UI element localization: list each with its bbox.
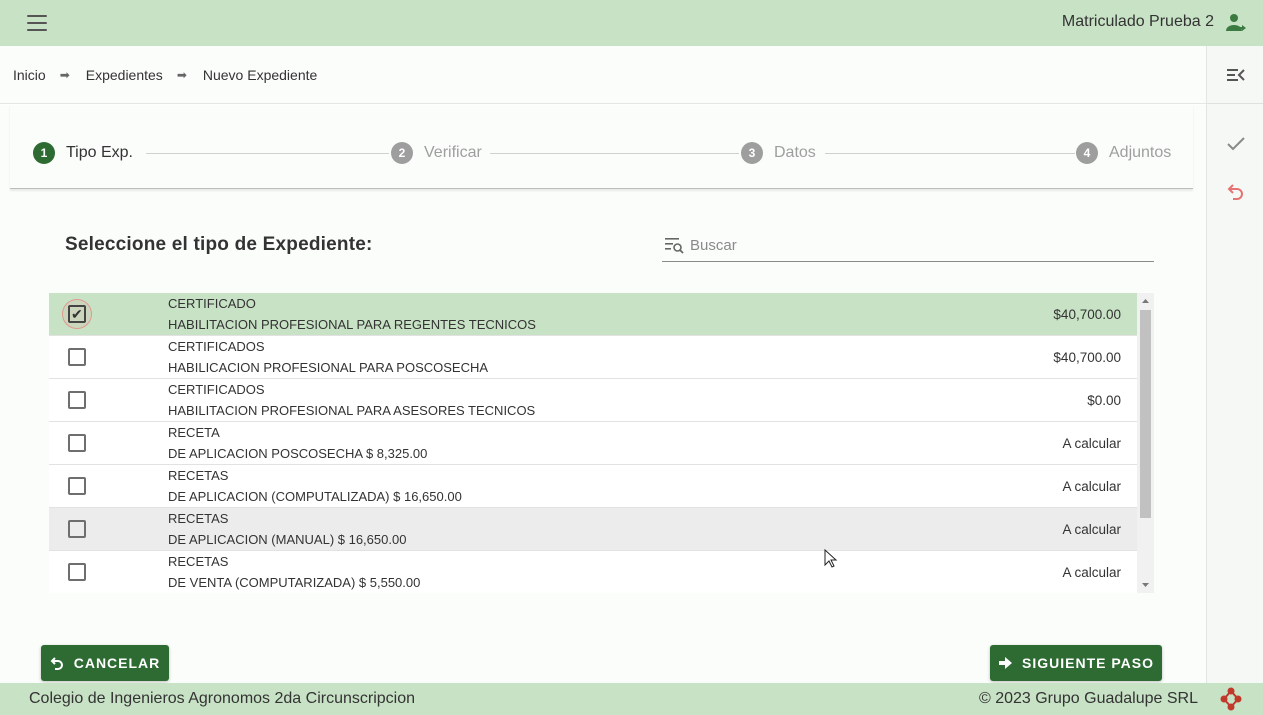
check-icon xyxy=(1226,137,1245,151)
check-icon: ✔ xyxy=(71,306,83,322)
breadcrumb-nuevo-expediente: Nuevo Expediente xyxy=(202,66,318,83)
row-category: CERTIFICADOS xyxy=(168,339,265,354)
table-row[interactable]: RECETAS DE VENTA (COMPUTARIZADA) $ 5,550… xyxy=(49,551,1137,593)
collapse-panel-button[interactable] xyxy=(1207,46,1263,104)
step-verificar[interactable]: 2 Verificar xyxy=(391,142,482,164)
step-label: Tipo Exp. xyxy=(66,144,133,161)
row-category: CERTIFICADOS xyxy=(168,382,265,397)
row-price: A calcular xyxy=(1062,479,1121,494)
step-label: Verificar xyxy=(424,144,482,161)
user-name: Matriculado Prueba 2 xyxy=(1061,13,1214,30)
undo-icon xyxy=(1227,184,1243,200)
stepper: 1 Tipo Exp. 2 Verificar 3 Datos 4 Adjunt… xyxy=(10,105,1193,189)
row-category: RECETAS xyxy=(168,511,229,526)
table-row[interactable]: CERTIFICADOS HABILITACION PROFESIONAL PA… xyxy=(49,379,1137,422)
arrow-right-icon: ➡ xyxy=(176,67,187,82)
row-description: DE VENTA (COMPUTARIZADA) $ 5,550.00 xyxy=(168,575,421,590)
logo-icon xyxy=(1220,687,1242,711)
search-field xyxy=(662,229,1154,262)
right-action-rail xyxy=(1206,46,1263,683)
table-scrollbar[interactable] xyxy=(1137,293,1154,593)
row-price: $40,700.00 xyxy=(1053,350,1121,365)
row-description: DE APLICACION POSCOSECHA $ 8,325.00 xyxy=(168,446,428,461)
stepper-connector xyxy=(146,153,389,154)
stepper-connector xyxy=(825,153,1075,154)
row-category: RECETAS xyxy=(168,554,229,569)
table-row[interactable]: RECETAS DE APLICACION (MANUAL) $ 16,650.… xyxy=(49,508,1137,551)
scroll-up-icon[interactable] xyxy=(1137,293,1154,309)
scroll-down-icon[interactable] xyxy=(1137,577,1154,593)
row-checkbox[interactable] xyxy=(68,391,86,409)
filter-search-icon xyxy=(665,238,684,254)
step-tipo-exp[interactable]: 1 Tipo Exp. xyxy=(33,142,133,164)
confirm-button[interactable] xyxy=(1207,126,1263,162)
content-panel: 1 Tipo Exp. 2 Verificar 3 Datos 4 Adjunt… xyxy=(0,105,1206,683)
step-datos[interactable]: 3 Datos xyxy=(741,142,816,164)
step-label: Datos xyxy=(774,144,816,161)
menu-icon[interactable] xyxy=(24,13,50,33)
collapse-panel-icon xyxy=(1226,68,1245,81)
row-checkbox[interactable] xyxy=(68,477,86,495)
row-category: RECETAS xyxy=(168,468,229,483)
row-checkbox[interactable] xyxy=(68,434,86,452)
step-number: 3 xyxy=(741,142,763,164)
row-price: A calcular xyxy=(1062,436,1121,451)
row-checkbox[interactable] xyxy=(68,520,86,538)
table-row[interactable]: RECETAS DE APLICACION (COMPUTALIZADA) $ … xyxy=(49,465,1137,508)
row-category: CERTIFICADO xyxy=(168,296,256,311)
arrow-right-icon: ➡ xyxy=(59,67,70,82)
search-input[interactable] xyxy=(690,233,1140,257)
row-price: $40,700.00 xyxy=(1053,307,1121,322)
top-bar: Matriculado Prueba 2 xyxy=(0,0,1263,46)
row-description: HABILITACION PROFESIONAL PARA REGENTES T… xyxy=(168,317,536,332)
row-price: $0.00 xyxy=(1087,393,1121,408)
table-row[interactable]: CERTIFICADOS HABILICACION PROFESIONAL PA… xyxy=(49,336,1137,379)
row-description: HABILICACION PROFESIONAL PARA POSCOSECHA xyxy=(168,360,489,375)
row-price: A calcular xyxy=(1062,565,1121,580)
cancel-button-label: CANCELAR xyxy=(73,655,161,671)
row-description: HABILITACION PROFESIONAL PARA ASESORES T… xyxy=(168,403,536,418)
step-number: 1 xyxy=(33,142,55,164)
footer: Colegio de Ingenieros Agronomos 2da Circ… xyxy=(0,683,1263,715)
row-description: DE APLICACION (COMPUTALIZADA) $ 16,650.0… xyxy=(168,489,462,504)
row-checkbox[interactable] xyxy=(68,563,86,581)
table-row[interactable]: RECETA DE APLICACION POSCOSECHA $ 8,325.… xyxy=(49,422,1137,465)
expediente-type-table: ✔ CERTIFICADO HABILITACION PROFESIONAL P… xyxy=(49,293,1154,593)
breadcrumb-expedientes[interactable]: Expedientes xyxy=(86,67,163,83)
footer-organization: Colegio de Ingenieros Agronomos 2da Circ… xyxy=(29,690,415,707)
next-step-button-label: SIGUIENTE PASO xyxy=(1022,655,1154,671)
table-row[interactable]: ✔ CERTIFICADO HABILITACION PROFESIONAL P… xyxy=(49,293,1137,336)
breadcrumb: Inicio ➡ Expedientes ➡ Nuevo Expediente xyxy=(0,46,1206,104)
step-label: Adjuntos xyxy=(1109,144,1172,161)
undo-button[interactable] xyxy=(1207,173,1263,209)
footer-copyright: © 2023 Grupo Guadalupe SRL xyxy=(978,690,1198,707)
next-step-button[interactable]: SIGUIENTE PASO xyxy=(990,645,1162,681)
row-checkbox[interactable]: ✔ xyxy=(68,305,86,323)
scrollbar-thumb[interactable] xyxy=(1140,310,1151,518)
row-checkbox[interactable] xyxy=(68,348,86,366)
arrow-right-icon xyxy=(999,657,1012,669)
user-switch-icon[interactable] xyxy=(1225,11,1249,35)
stepper-connector xyxy=(490,153,739,154)
step-number: 2 xyxy=(391,142,413,164)
page-title: Seleccione el tipo de Expediente: xyxy=(65,234,373,255)
step-number: 4 xyxy=(1076,142,1098,164)
undo-icon xyxy=(50,657,63,670)
cancel-button[interactable]: CANCELAR xyxy=(41,645,169,681)
row-category: RECETA xyxy=(168,425,220,440)
row-description: DE APLICACION (MANUAL) $ 16,650.00 xyxy=(168,532,407,547)
row-price: A calcular xyxy=(1062,522,1121,537)
breadcrumb-inicio[interactable]: Inicio xyxy=(13,67,46,83)
step-adjuntos[interactable]: 4 Adjuntos xyxy=(1076,142,1171,164)
